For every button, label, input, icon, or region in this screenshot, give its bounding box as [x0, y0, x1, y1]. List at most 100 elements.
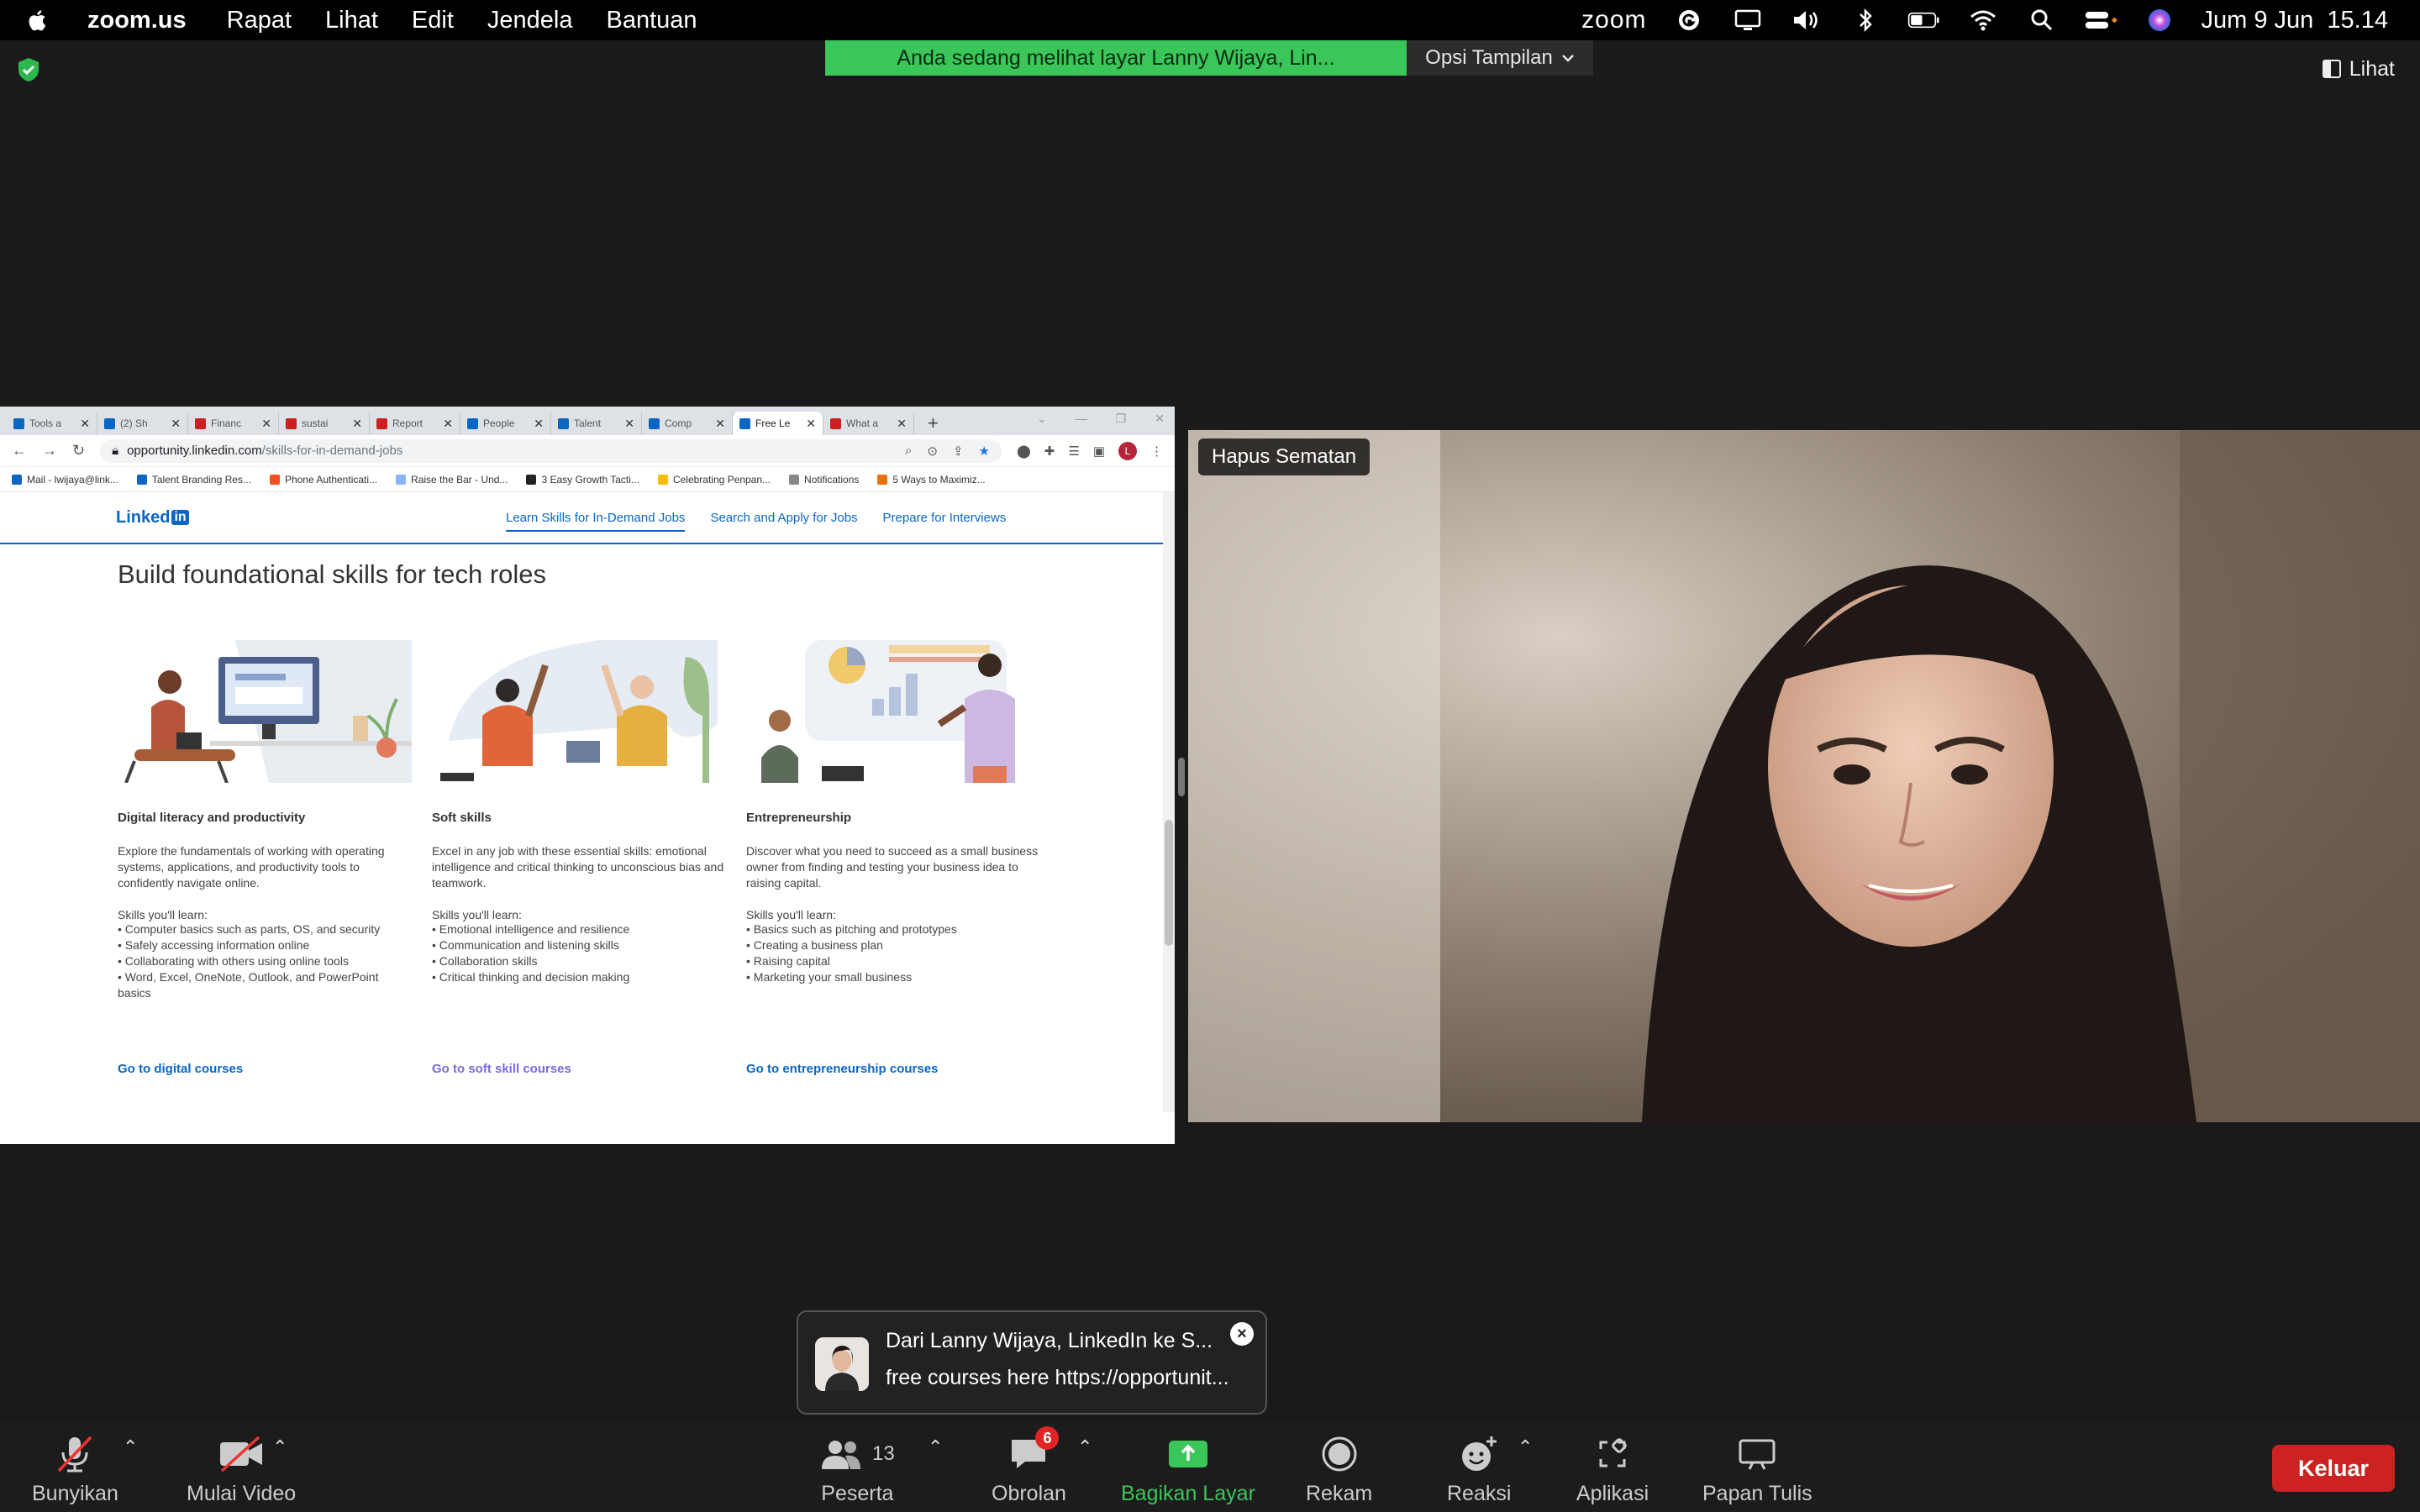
- close-tab-icon[interactable]: ✕: [171, 417, 181, 431]
- control-center-icon[interactable]: [2084, 8, 2118, 33]
- video-options-caret-icon[interactable]: ⌃: [272, 1436, 287, 1458]
- share-screen-button[interactable]: Bagikan Layar: [1121, 1433, 1255, 1506]
- reactions-caret-icon[interactable]: ⌃: [1518, 1436, 1533, 1458]
- close-tab-icon[interactable]: ✕: [352, 417, 362, 431]
- menubar-clock[interactable]: Jum 9 Jun 15.14: [2202, 7, 2388, 34]
- search-icon[interactable]: [2025, 8, 2059, 33]
- link-entrepreneurship-courses[interactable]: Go to entrepreneurship courses: [746, 1062, 938, 1076]
- view-options-dropdown[interactable]: Opsi Tampilan: [1407, 40, 1593, 76]
- reading-list-icon[interactable]: ☰: [1068, 444, 1079, 459]
- unmute-button[interactable]: Bunyikan: [32, 1433, 118, 1506]
- speaker-video-tile[interactable]: Hapus Sematan: [1188, 430, 2420, 1122]
- forward-arrow-icon[interactable]: →: [42, 442, 57, 459]
- bookmark-item[interactable]: Raise the Bar - Und...: [396, 474, 508, 486]
- maximize-icon[interactable]: ❐: [1116, 412, 1127, 426]
- whiteboard-button[interactable]: Papan Tulis: [1702, 1433, 1812, 1506]
- cast-icon[interactable]: ⊙: [927, 444, 938, 459]
- browser-tab[interactable]: Talent ✕: [551, 412, 642, 435]
- menu-edit[interactable]: Edit: [412, 7, 454, 34]
- encryption-shield-icon[interactable]: [17, 57, 40, 82]
- apple-icon[interactable]: [25, 7, 50, 34]
- linkedin-logo[interactable]: Linked in: [116, 508, 189, 528]
- split-view-resize-handle[interactable]: [1178, 758, 1185, 796]
- apps-button[interactable]: Aplikasi: [1576, 1433, 1649, 1506]
- nav-learn-skills[interactable]: Learn Skills for In-Demand Jobs: [506, 511, 686, 532]
- close-tab-icon[interactable]: ✕: [443, 417, 453, 431]
- linkedin-nav: Linked in Learn Skills for In-Demand Jobs…: [0, 492, 1175, 544]
- close-tab-icon[interactable]: ✕: [897, 417, 907, 431]
- close-tab-icon[interactable]: ✕: [261, 417, 271, 431]
- new-tab-button[interactable]: +: [914, 412, 952, 435]
- back-arrow-icon[interactable]: ←: [12, 442, 27, 459]
- address-bar[interactable]: 🔒︎ opportunity.linkedin.com/skills-for-i…: [100, 438, 1002, 463]
- browser-tab[interactable]: (2) Sh ✕: [97, 412, 188, 435]
- chat-button[interactable]: 6 Obrolan: [992, 1426, 1066, 1506]
- menu-rapat[interactable]: Rapat: [227, 7, 292, 34]
- chat-notification[interactable]: Dari Lanny Wijaya, LinkedIn ke S... free…: [797, 1310, 1267, 1415]
- close-tab-icon[interactable]: ✕: [624, 417, 634, 431]
- share-icon[interactable]: ⇪: [953, 444, 964, 459]
- participants-button[interactable]: 13 Peserta: [820, 1433, 895, 1506]
- volume-icon[interactable]: [1790, 8, 1823, 33]
- wifi-icon[interactable]: [1966, 8, 2000, 33]
- participants-caret-icon[interactable]: ⌃: [928, 1436, 943, 1458]
- close-tab-icon[interactable]: ✕: [806, 417, 816, 431]
- nav-prepare-interviews[interactable]: Prepare for Interviews: [883, 511, 1007, 532]
- close-icon[interactable]: ×: [1230, 1322, 1254, 1346]
- nav-search-jobs[interactable]: Search and Apply for Jobs: [710, 511, 857, 532]
- bluetooth-icon[interactable]: [1849, 8, 1882, 33]
- siri-icon[interactable]: [2143, 8, 2176, 33]
- chevron-down-icon[interactable]: ⌄: [1037, 412, 1047, 426]
- leave-meeting-button[interactable]: Keluar: [2272, 1445, 2395, 1492]
- link-digital-courses[interactable]: Go to digital courses: [118, 1062, 243, 1076]
- minimize-icon[interactable]: —: [1076, 412, 1087, 426]
- browser-tab[interactable]: Tools a ✕: [7, 412, 97, 435]
- link-soft-skill-courses[interactable]: Go to soft skill courses: [432, 1062, 571, 1076]
- browser-tab[interactable]: Financ ✕: [188, 412, 279, 435]
- close-icon[interactable]: ✕: [1155, 412, 1165, 426]
- grammarly-icon[interactable]: [1672, 8, 1706, 33]
- display-icon[interactable]: [1731, 8, 1765, 33]
- browser-tab[interactable]: What a ✕: [823, 412, 914, 435]
- reactions-button[interactable]: Reaksi: [1447, 1433, 1511, 1506]
- close-tab-icon[interactable]: ✕: [715, 417, 725, 431]
- scrollbar-thumb[interactable]: [1165, 820, 1173, 946]
- bookmark-item[interactable]: Phone Authenticati...: [269, 474, 377, 486]
- bookmark-item[interactable]: Notifications: [789, 474, 859, 486]
- browser-tab[interactable]: Comp ✕: [642, 412, 733, 435]
- close-tab-icon[interactable]: ✕: [80, 417, 90, 431]
- audio-options-caret-icon[interactable]: ⌃: [123, 1436, 138, 1458]
- unpin-video-button[interactable]: Hapus Sematan: [1198, 438, 1370, 475]
- extension-icon[interactable]: ⬤: [1017, 444, 1031, 459]
- view-layout-button[interactable]: Lihat: [2322, 54, 2395, 84]
- menu-jendela[interactable]: Jendela: [487, 7, 573, 34]
- zoom-search-icon[interactable]: ⌕: [905, 444, 912, 459]
- bookmark-item[interactable]: Mail - lwijaya@link...: [12, 474, 118, 486]
- record-button[interactable]: Rekam: [1306, 1433, 1372, 1506]
- close-tab-icon[interactable]: ✕: [534, 417, 544, 431]
- menu-lihat[interactable]: Lihat: [325, 7, 378, 34]
- bookmark-star-icon[interactable]: ★: [979, 444, 990, 459]
- zoom-status-logo[interactable]: zoom: [1581, 6, 1646, 34]
- microphone-muted-icon: [58, 1436, 92, 1473]
- bookmark-item[interactable]: 3 Easy Growth Tacti...: [526, 474, 639, 486]
- bookmark-item[interactable]: Talent Branding Res...: [136, 474, 251, 486]
- reload-icon[interactable]: ↻: [72, 442, 85, 459]
- browser-tab[interactable]: sustai ✕: [279, 412, 370, 435]
- bookmark-item[interactable]: 5 Ways to Maximiz...: [877, 474, 986, 486]
- browser-tab[interactable]: People ✕: [460, 412, 551, 435]
- page-scrollbar[interactable]: [1163, 492, 1175, 1112]
- browser-tab-active[interactable]: Free Le ✕: [733, 412, 823, 435]
- menu-bantuan[interactable]: Bantuan: [606, 7, 697, 34]
- bookmark-item[interactable]: Celebrating Penpan...: [657, 474, 771, 486]
- profile-avatar[interactable]: L: [1118, 441, 1137, 460]
- logo-in: in: [171, 510, 189, 525]
- chat-caret-icon[interactable]: ⌃: [1077, 1436, 1092, 1458]
- kebab-menu-icon[interactable]: ⋮: [1150, 444, 1163, 459]
- puzzle-extensions-icon[interactable]: ✚: [1044, 444, 1055, 459]
- battery-icon[interactable]: [1907, 8, 1941, 33]
- menu-app-name[interactable]: zoom.us: [87, 7, 187, 34]
- side-panel-icon[interactable]: ▣: [1093, 444, 1105, 459]
- browser-tab[interactable]: Report ✕: [370, 412, 460, 435]
- shared-screen[interactable]: Tools a ✕ (2) Sh ✕ Financ ✕ sustai ✕ Report ✕…: [0, 407, 1175, 1144]
